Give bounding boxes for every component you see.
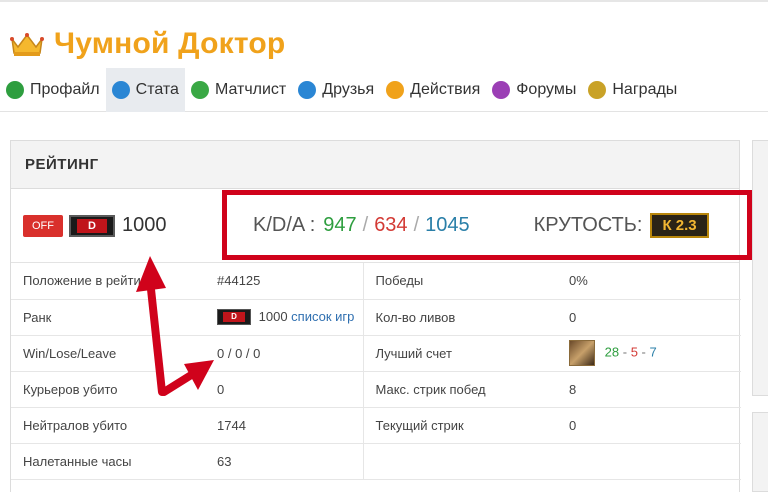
tab-forums[interactable]: Форумы — [486, 68, 582, 112]
tab-label: Действия — [410, 81, 481, 98]
tab-profile[interactable]: Профайл — [0, 68, 106, 112]
stat-value: 0 — [557, 407, 741, 444]
crown-icon — [10, 31, 44, 57]
best-deaths: 5 — [630, 344, 638, 360]
best-assists: 7 — [649, 344, 657, 360]
stat-value: 8 — [557, 371, 741, 408]
side-panel-top — [752, 140, 768, 396]
best-kills: 28 — [604, 344, 620, 360]
rank-badge-small: D — [217, 309, 251, 326]
score-separator: - — [622, 344, 628, 360]
stat-value: 0 / 0 / 0 — [205, 335, 364, 372]
coolness-badge: К 2.3 — [650, 212, 709, 238]
tab-label: Матчлист — [214, 81, 287, 98]
stat-value — [557, 443, 741, 480]
kda-kills: 947 — [323, 213, 357, 236]
table-row: Положение в рейтинге #44125 Победы 0% — [11, 263, 741, 300]
top-border — [0, 0, 768, 2]
stats-table: Положение в рейтинге #44125 Победы 0% Ра… — [11, 263, 741, 480]
rewards-icon — [588, 81, 607, 99]
stat-label: Текущий стрик — [363, 407, 557, 444]
stat-label: Победы — [363, 263, 557, 300]
tab-matchlist[interactable]: Матчлист — [185, 68, 292, 112]
matchlist-icon — [190, 81, 209, 99]
stat-label: Win/Lose/Leave — [11, 335, 205, 372]
best-score-cell: 28 - 5 - 7 — [557, 335, 741, 372]
rank-badge: D — [69, 214, 115, 237]
stat-label: Курьеров убито — [11, 371, 205, 408]
rank-letter: D — [77, 218, 107, 233]
stat-label: Нейтралов убито — [11, 407, 205, 444]
games-list-link[interactable]: список игр — [291, 309, 354, 324]
tab-actions[interactable]: Действия — [380, 68, 486, 112]
off-toggle[interactable]: OFF — [23, 214, 63, 237]
coolness-label: КРУТОСТЬ: — [533, 213, 643, 236]
tab-friends[interactable]: Друзья — [292, 68, 380, 112]
stat-value: 1000 — [258, 308, 288, 324]
kda-separator: / — [413, 213, 420, 236]
kda-highlight-box: K/D/A : 947 / 634 / 1045 КРУТОСТЬ: К 2.3 — [222, 190, 752, 260]
forums-icon — [492, 81, 511, 99]
stat-value: 0 — [557, 299, 741, 336]
tab-label: Друзья — [322, 81, 375, 98]
stat-value: #44125 — [205, 263, 364, 300]
table-row: Курьеров убито 0 Макс. стрик побед 8 — [11, 371, 741, 408]
kda-assists: 1045 — [425, 213, 470, 236]
actions-icon — [386, 81, 405, 99]
rank-cell: D 1000 список игр — [205, 299, 364, 336]
score-separator: - — [641, 344, 646, 360]
stat-label: Кол-во ливов — [363, 299, 557, 336]
stat-value: 0 — [205, 371, 364, 408]
table-row: Налетанные часы 63 — [11, 443, 741, 480]
stats-icon — [111, 81, 130, 99]
stat-value: 63 — [205, 443, 364, 480]
profile-icon — [6, 81, 24, 99]
table-row: Win/Lose/Leave 0 / 0 / 0 Лучший счет 28 … — [11, 335, 741, 372]
rating-header: РЕЙТИНГ — [11, 141, 739, 189]
stat-value: 0% — [557, 263, 741, 300]
stat-label — [363, 443, 557, 480]
kda-deaths: 634 — [374, 213, 408, 236]
table-row: Ранк D 1000 список игр Кол-во ливов 0 — [11, 299, 741, 336]
tab-label: Форумы — [516, 81, 577, 98]
tab-label: Профайл — [30, 81, 100, 98]
kda-separator: / — [362, 213, 369, 236]
rank-letter: D — [223, 312, 245, 323]
stat-label: Положение в рейтинге — [11, 263, 205, 300]
stat-label: Налетанные часы — [11, 443, 205, 480]
table-row: Нейтралов убито 1744 Текущий стрик 0 — [11, 407, 741, 444]
tab-stats[interactable]: Стата — [105, 68, 185, 112]
rating-value: 1000 — [122, 214, 167, 236]
tab-label: Награды — [612, 81, 678, 98]
stat-label: Ранк — [11, 299, 205, 336]
stat-label: Макс. стрик побед — [363, 371, 557, 408]
kda-label: K/D/A : — [253, 213, 316, 236]
profile-header: Чумной Доктор — [10, 24, 285, 64]
stat-value: 1744 — [205, 407, 364, 444]
hero-avatar[interactable] — [569, 340, 595, 366]
profile-name: Чумной Доктор — [54, 27, 286, 60]
tab-rewards[interactable]: Награды — [582, 68, 683, 112]
tab-label: Стата — [135, 81, 179, 98]
stat-label: Лучший счет — [363, 335, 557, 372]
friends-icon — [298, 81, 317, 99]
profile-tabs: Профайл Стата Матчлист Друзья Действия Ф… — [0, 68, 768, 112]
side-panel-bottom — [752, 412, 768, 492]
